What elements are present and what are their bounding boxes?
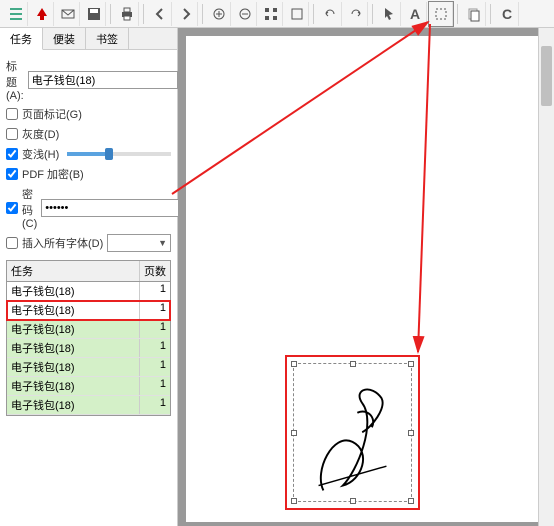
encrypt-label: PDF 加密(B) <box>22 166 84 182</box>
table-row[interactable]: 电子钱包(18)1 <box>7 320 170 339</box>
lighten-label: 变浅(H) <box>22 146 59 162</box>
main-toolbar: A C <box>0 0 554 28</box>
sidebar-tabs: 任务 便装 书签 <box>0 28 177 50</box>
signature-image <box>304 374 401 500</box>
save-icon[interactable] <box>82 2 106 26</box>
password-checkbox[interactable] <box>6 202 18 214</box>
cursor-icon[interactable] <box>377 2 401 26</box>
task-table: 任务 页数 电子钱包(18)1电子钱包(18)1电子钱包(18)1电子钱包(18… <box>6 260 171 416</box>
menu-icon[interactable] <box>4 2 28 26</box>
encrypt-checkbox[interactable] <box>6 168 18 180</box>
password-input[interactable] <box>41 199 191 217</box>
title-input[interactable] <box>28 71 178 89</box>
resize-handle[interactable] <box>408 430 414 436</box>
col-pages: 页数 <box>140 261 170 281</box>
pagemarks-checkbox[interactable] <box>6 108 18 120</box>
table-row[interactable]: 电子钱包(18)1 <box>7 377 170 396</box>
mail-icon[interactable] <box>56 2 80 26</box>
vertical-scrollbar[interactable] <box>538 28 554 526</box>
embed-fonts-checkbox[interactable] <box>6 237 18 249</box>
col-task: 任务 <box>7 261 140 281</box>
tab-binding[interactable]: 便装 <box>43 28 86 49</box>
print-icon[interactable] <box>115 2 139 26</box>
chevron-down-icon: ▼ <box>158 238 167 248</box>
zoom-in-icon[interactable] <box>207 2 231 26</box>
svg-text:C: C <box>501 6 511 22</box>
pagemarks-label: 页面标记(G) <box>22 106 82 122</box>
resize-handle[interactable] <box>291 361 297 367</box>
resize-handle[interactable] <box>291 498 297 504</box>
lighten-slider[interactable] <box>67 152 171 156</box>
lighten-checkbox[interactable] <box>6 148 18 160</box>
resize-handle[interactable] <box>408 361 414 367</box>
title-label: 标题(A): <box>6 58 24 102</box>
gray-checkbox[interactable] <box>6 128 18 140</box>
password-label: 密码(C) <box>22 186 37 230</box>
table-row[interactable]: 电子钱包(18)1 <box>7 396 170 415</box>
back-icon[interactable] <box>148 2 172 26</box>
fonts-dropdown[interactable]: ▼ <box>107 234 171 252</box>
grid-icon[interactable] <box>259 2 283 26</box>
select-rect-icon[interactable] <box>429 2 453 26</box>
forward-icon[interactable] <box>174 2 198 26</box>
table-row[interactable]: 电子钱包(18)1 <box>7 358 170 377</box>
resize-handle[interactable] <box>350 361 356 367</box>
svg-text:A: A <box>409 6 419 22</box>
task-panel: 标题(A): 页面标记(G) 灰度(D) 变浅(H) PDF 加密(B) <box>0 50 177 420</box>
pdf-icon[interactable] <box>30 2 54 26</box>
redo-icon[interactable] <box>344 2 368 26</box>
sidebar: 任务 便装 书签 标题(A): 页面标记(G) 灰度(D) 变浅(H) <box>0 28 178 526</box>
table-row[interactable]: 电子钱包(18)1 <box>7 339 170 358</box>
table-row[interactable]: 电子钱包(18)1 <box>7 301 170 320</box>
gray-label: 灰度(D) <box>22 126 59 142</box>
signature-selection[interactable] <box>285 355 420 510</box>
copy-icon[interactable] <box>462 2 486 26</box>
tab-bookmark[interactable]: 书签 <box>86 28 129 49</box>
undo-icon[interactable] <box>318 2 342 26</box>
table-row[interactable]: 电子钱包(18)1 <box>7 282 170 301</box>
tab-task[interactable]: 任务 <box>0 28 43 50</box>
resize-handle[interactable] <box>291 430 297 436</box>
resize-handle[interactable] <box>408 498 414 504</box>
refresh-icon[interactable]: C <box>495 2 519 26</box>
embed-fonts-label: 插入所有字体(D) <box>22 235 103 251</box>
zoom-out-icon[interactable] <box>233 2 257 26</box>
text-icon[interactable]: A <box>403 2 427 26</box>
fit-icon[interactable] <box>285 2 309 26</box>
